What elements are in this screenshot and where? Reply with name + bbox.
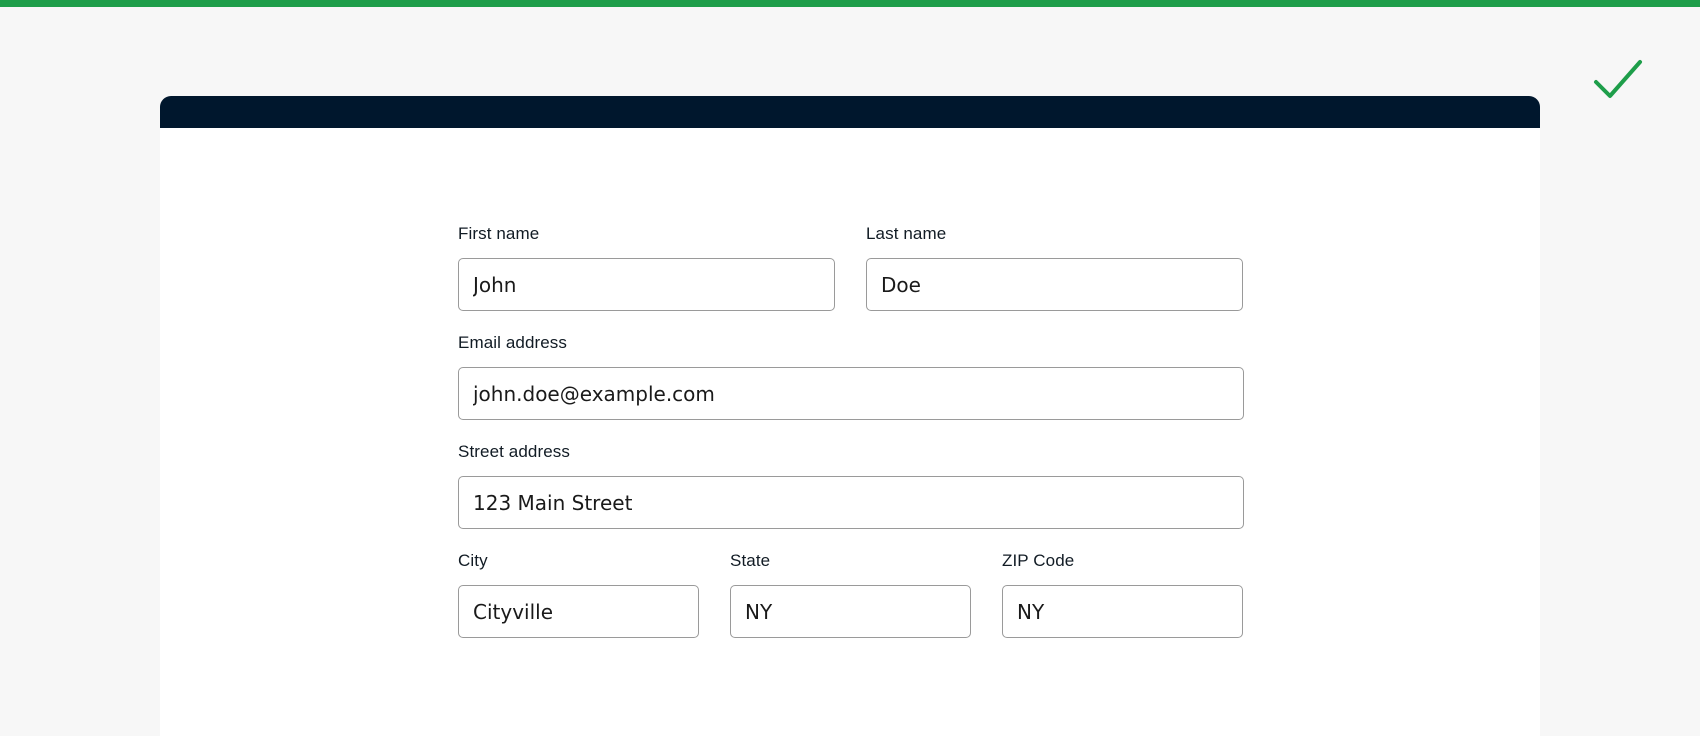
address-form: First name Last name Email address Stree… bbox=[458, 224, 1244, 660]
city-input[interactable] bbox=[458, 585, 699, 638]
last-name-group: Last name bbox=[866, 224, 1243, 311]
zip-group: ZIP Code bbox=[1002, 551, 1243, 638]
last-name-input[interactable] bbox=[866, 258, 1243, 311]
state-group: State bbox=[730, 551, 971, 638]
zip-label: ZIP Code bbox=[1002, 551, 1075, 570]
city-state-zip-row: City State ZIP Code bbox=[458, 551, 1244, 638]
card-header bbox=[160, 96, 1540, 128]
street-label: Street address bbox=[458, 442, 570, 461]
city-label: City bbox=[458, 551, 488, 570]
city-group: City bbox=[458, 551, 699, 638]
last-name-label: Last name bbox=[866, 224, 947, 243]
email-group: Email address bbox=[458, 333, 1244, 420]
first-name-label: First name bbox=[458, 224, 540, 243]
street-row: Street address bbox=[458, 442, 1244, 529]
checkmark-icon bbox=[1594, 60, 1642, 98]
first-name-group: First name bbox=[458, 224, 835, 311]
email-row: Email address bbox=[458, 333, 1244, 420]
street-group: Street address bbox=[458, 442, 1244, 529]
first-name-input[interactable] bbox=[458, 258, 835, 311]
street-input[interactable] bbox=[458, 476, 1244, 529]
form-card: First name Last name Email address Stree… bbox=[160, 96, 1540, 736]
top-accent-bar bbox=[0, 0, 1700, 7]
email-label: Email address bbox=[458, 333, 568, 352]
zip-input[interactable] bbox=[1002, 585, 1243, 638]
email-input[interactable] bbox=[458, 367, 1244, 420]
name-row: First name Last name bbox=[458, 224, 1244, 311]
state-input[interactable] bbox=[730, 585, 971, 638]
state-label: State bbox=[730, 551, 771, 570]
